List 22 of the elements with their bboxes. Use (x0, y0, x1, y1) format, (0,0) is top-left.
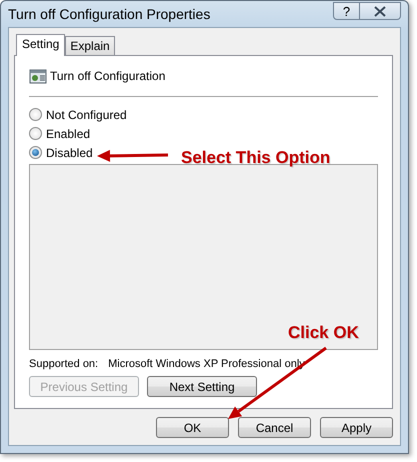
tab[interactable]: Explain (65, 36, 115, 55)
radio-button[interactable] (29, 108, 42, 121)
help-button[interactable]: ? (333, 2, 360, 20)
close-icon (374, 6, 386, 16)
option-label: Enabled (46, 126, 90, 140)
window-title: Turn off Configuration Properties (8, 6, 212, 22)
next-button[interactable]: Next Setting (147, 376, 257, 397)
option-label: Not Configured (46, 108, 127, 122)
annotation-text: Select This Option (181, 148, 330, 168)
close-button[interactable] (360, 2, 401, 20)
arrow (97, 150, 168, 162)
tab[interactable]: Setting (16, 34, 66, 56)
annotation-text: Click OK (288, 323, 359, 343)
radio-button[interactable] (29, 127, 42, 140)
option-label: Disabled (46, 146, 93, 160)
setting-title: Turn off Configuration (50, 69, 166, 83)
policy-icon (29, 68, 47, 84)
ok-button[interactable]: OK (156, 417, 229, 438)
radio-button[interactable] (29, 146, 42, 159)
apply-button[interactable]: Apply (320, 417, 393, 438)
supported-label: Supported on: (29, 358, 98, 370)
cancel-button[interactable]: Cancel (238, 417, 311, 438)
